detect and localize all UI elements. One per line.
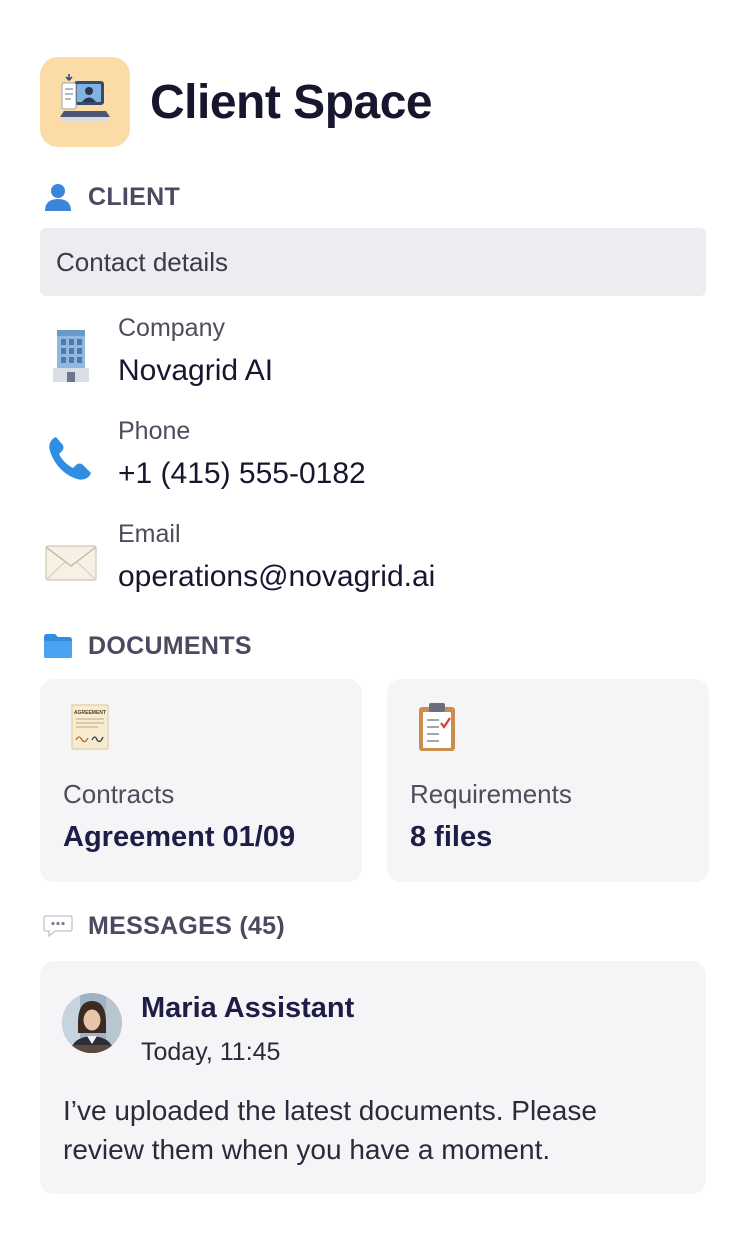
app-header: Client Space <box>40 57 433 147</box>
person-icon <box>42 181 74 213</box>
message-text: I’ve uploaded the latest documents. Plea… <box>63 1095 597 1165</box>
contracts-label: Contracts <box>63 779 175 809</box>
contact-details-label: Contact details <box>56 246 228 277</box>
clipboard-checklist-icon <box>409 699 465 755</box>
phone-icon <box>40 427 102 489</box>
contact-details-bar[interactable]: Contact details <box>40 228 706 296</box>
agreement-document-icon: AGREEMENT <box>62 699 118 755</box>
contracts-value: Agreement 01/09 <box>63 821 296 853</box>
phone-value[interactable]: +1 (415) 555-0182 <box>118 457 366 491</box>
client-heading-label: CLIENT <box>88 182 181 211</box>
email-value[interactable]: operations@novagrid.ai <box>118 560 435 594</box>
envelope-icon <box>40 532 102 594</box>
company-detail: Company Novagrid AI <box>40 314 700 404</box>
speech-bubble-icon <box>42 910 74 942</box>
message-card[interactable]: Maria Assistant Today, 11:45 I’ve upload… <box>40 961 706 1194</box>
email-label: Email <box>118 520 181 548</box>
message-time: Today, 11:45 <box>141 1038 281 1066</box>
folder-icon <box>42 630 74 662</box>
email-detail: Email operations@novagrid.ai <box>40 520 700 610</box>
messages-heading-label: MESSAGES (45) <box>88 911 286 940</box>
requirements-value: 8 files <box>410 821 493 853</box>
requirements-label: Requirements <box>410 779 572 809</box>
phone-detail: Phone +1 (415) 555-0182 <box>40 417 700 507</box>
agreement-icon-text: AGREEMENT <box>74 710 106 716</box>
office-building-icon <box>40 324 102 386</box>
workspace-computer-icon <box>40 57 130 147</box>
message-sender: Maria Assistant <box>141 992 355 1024</box>
messages-section-heading: MESSAGES (45) <box>42 910 285 942</box>
avatar <box>62 993 122 1053</box>
documents-heading-label: DOCUMENTS <box>88 631 252 660</box>
phone-label: Phone <box>118 417 191 445</box>
documents-section-heading: DOCUMENTS <box>42 630 252 662</box>
contracts-card[interactable]: AGREEMENT Contracts Agreement 01/09 <box>40 679 362 882</box>
company-label: Company <box>118 314 225 342</box>
requirements-card[interactable]: Requirements 8 files <box>387 679 709 882</box>
page-title: Client Space <box>150 75 433 129</box>
company-value: Novagrid AI <box>118 354 274 387</box>
client-section-heading: CLIENT <box>42 181 180 213</box>
